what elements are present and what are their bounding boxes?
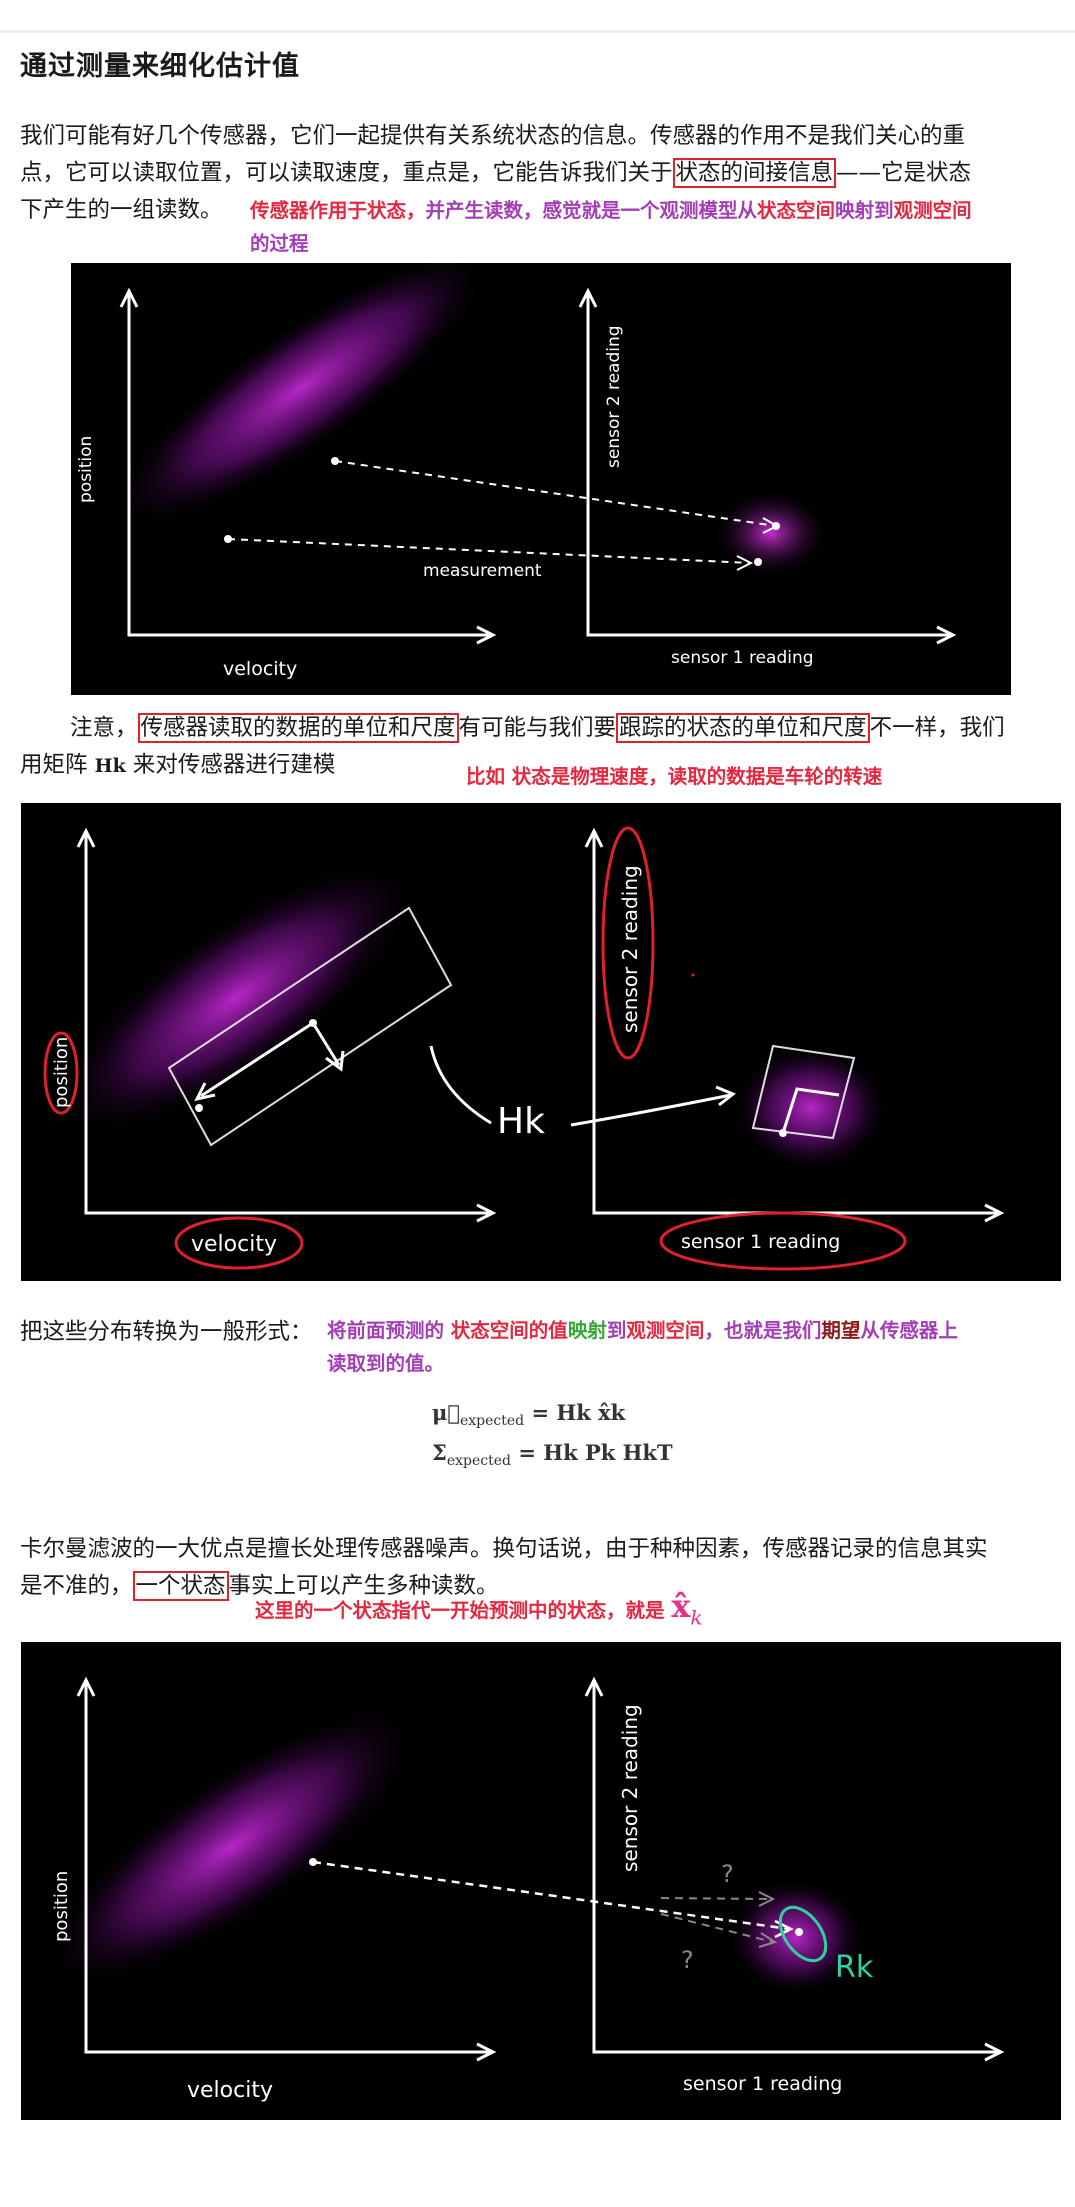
- right-axis-arrows: [584, 1676, 1005, 2062]
- para2-text: 有可能与我们要: [458, 715, 617, 741]
- sensor-distribution-glow: [731, 1043, 891, 1173]
- dashed-arrow-1: [334, 460, 777, 527]
- dashed-arrow-2: [227, 538, 752, 564]
- anno4-text: 这里的一个状态指代一开始预测中的状态，就是: [255, 1599, 665, 1622]
- reading-point-1: [772, 522, 780, 530]
- paragraph-1-text: 点，它可以读取位置，可以读取速度，重点是，它能告诉我们关于: [20, 160, 673, 186]
- anno3-part: 读取到的值。: [327, 1352, 445, 1375]
- arrow-label-measurement: measurement: [423, 561, 542, 581]
- paragraph-3: 把这些分布转换为一般形式：: [20, 1319, 313, 1345]
- paragraph-1-line-1: 我们可能有好几个传感器，它们一起提供有关系统状态的信息。传感器的作用不是我们关心…: [20, 123, 966, 149]
- equation-block: μ⃗expected = Hk x̂k Σexpected = Hk Pk Hk…: [432, 1393, 732, 1477]
- question-mark-2: ?: [681, 1946, 694, 1974]
- x-axis-label-sensor1: sensor 1 reading: [683, 2073, 842, 2095]
- eq-mu-lhs: μ⃗: [432, 1400, 460, 1425]
- paragraph-4-line-1: 卡尔曼滤波的一大优点是擅长处理传感器噪声。换句话说，由于种种因素，传感器记录的信…: [20, 1536, 988, 1562]
- x-axis-label-sensor1: sensor 1 reading: [681, 1231, 840, 1253]
- highlight-box-state-units: 跟踪的状态的单位和尺度: [616, 713, 870, 743]
- anno1-part: 状态空间: [757, 199, 836, 222]
- section-title: 通过测量来细化估计值: [20, 51, 300, 82]
- equation-sigma: Σexpected = Hk Pk HkT: [432, 1433, 732, 1473]
- hk-curve-in: [429, 1045, 492, 1125]
- y-axis-label-position: position: [51, 1871, 72, 1942]
- state-point: [309, 1019, 317, 1027]
- paragraph-1-text-post: ——它是状态: [836, 160, 972, 186]
- y-axis-label-position: position: [76, 436, 96, 503]
- eq-sigma-lhs: Σ: [432, 1440, 447, 1465]
- anno3-part: 将前面预测的: [327, 1319, 451, 1342]
- matrix-hk: Hk: [94, 755, 126, 777]
- y-axis-label-sensor2: sensor 2 reading: [618, 1704, 642, 1872]
- y-axis-label-sensor2: sensor 2 reading: [604, 325, 624, 468]
- anno1-part: 传感器作用于状态，: [250, 199, 426, 222]
- anno1-part: 观测空间: [893, 199, 972, 222]
- equation-mu: μ⃗expected = Hk x̂k: [432, 1393, 732, 1433]
- state-point-2: [195, 1104, 203, 1112]
- anno1-part: 感觉就是一个观测模型从: [542, 199, 758, 222]
- anno3-part: 到: [606, 1319, 627, 1342]
- x-axis-label-sensor1: sensor 1 reading: [671, 648, 814, 668]
- x-axis-label-velocity: velocity: [223, 658, 297, 680]
- right-axes: [586, 293, 951, 637]
- anno3-part: 映射: [567, 1319, 607, 1342]
- highlight-box-sensor-units: 传感器读取的数据的单位和尺度: [137, 713, 459, 743]
- annotation-initial-state: 这里的一个状态指代一开始预测中的状态，就是 x̂k: [255, 1590, 703, 1634]
- figure-hk-transform: Hk position velocity sensor 2 reading se…: [21, 803, 1061, 1281]
- dashed-arrow-main: [312, 1860, 790, 1931]
- anno3-part: 观测空间: [626, 1319, 705, 1342]
- right-axis-arrows: [578, 287, 957, 645]
- eq-sigma-rhs: = Hk Pk HkT: [518, 1440, 673, 1465]
- anno3-part: 状态空间的值: [450, 1319, 568, 1342]
- anno3-part: ，也就是我们: [704, 1319, 822, 1342]
- y-axis-label-sensor2: sensor 2 reading: [618, 865, 642, 1033]
- anno3-part: 期望: [821, 1319, 861, 1342]
- highlight-box-one-state: 一个状态: [132, 1571, 229, 1601]
- highlight-box-indirect-info: 状态的间接信息: [672, 158, 837, 188]
- reading-point: [795, 1928, 803, 1936]
- anno1-part: 的过程: [250, 232, 309, 255]
- y-axis-label-position: position: [51, 1037, 72, 1108]
- top-divider: [0, 0, 1075, 33]
- hk-transform-label: Hk: [497, 1101, 545, 1142]
- state-point: [309, 1858, 317, 1866]
- x-axis-label-velocity: velocity: [187, 2078, 273, 2103]
- state-point-1: [331, 457, 339, 465]
- symbol-x-hat-k: x̂k: [671, 1587, 702, 1630]
- state-point-2: [224, 535, 232, 543]
- para2-text: 不一样，我们: [869, 715, 1005, 741]
- x-hat-symbol: x̂: [671, 1587, 691, 1625]
- paragraph-2-line-1: 注意， 传感器读取的数据的单位和尺度 有可能与我们要 跟踪的状态的单位和尺度 不一样，我…: [20, 710, 1060, 747]
- x-axis-label-velocity: velocity: [191, 1232, 277, 1257]
- rk-label: Rk: [835, 1950, 874, 1985]
- figure-state-to-sensor: position velocity measurement sensor 2 r…: [71, 263, 1011, 695]
- annotation-example-units: 比如 状态是物理速度，读取的数据是车轮的转速: [466, 765, 883, 788]
- para4-text: 是不准的，: [20, 1573, 133, 1599]
- anno1-part: 并产生读数，: [425, 199, 543, 222]
- eq-mu-rhs: = Hk x̂k: [531, 1400, 626, 1425]
- paragraph-1-line-2: 点，它可以读取位置，可以读取速度，重点是，它能告诉我们关于 状态的间接信息 ——它是…: [20, 155, 1060, 192]
- question-mark-1: ?: [721, 1860, 734, 1888]
- para2-text: 用矩阵: [20, 752, 95, 778]
- x-hat-subscript: k: [690, 1605, 703, 1630]
- annotation-sensor-model: 传感器作用于状态，并产生读数，感觉就是一个观测模型从状态空间映射到观测空间的过程: [250, 194, 1050, 260]
- red-dot: [691, 973, 695, 977]
- para2-text: 注意，: [70, 715, 138, 741]
- figure-sensor-noise: ? ? Rk position velocity sensor 2 readin…: [21, 1642, 1061, 2120]
- eq-mu-sub: expected: [459, 1413, 525, 1429]
- sensor-distribution-glow: [711, 488, 831, 578]
- sensor-point: [779, 1129, 787, 1137]
- reading-point-2: [754, 558, 762, 566]
- anno3-part: 从传感器上: [860, 1319, 958, 1342]
- eq-sigma-sub: expected: [446, 1453, 512, 1469]
- para2-text: 来对传感器进行建模: [125, 752, 336, 778]
- state-distribution-glow: [109, 263, 493, 530]
- annotation-expected-mapping: 将前面预测的 状态空间的值映射到观测空间，也就是我们期望从传感器上读取到的值。: [327, 1314, 1067, 1380]
- anno1-part: 映射到: [835, 199, 894, 222]
